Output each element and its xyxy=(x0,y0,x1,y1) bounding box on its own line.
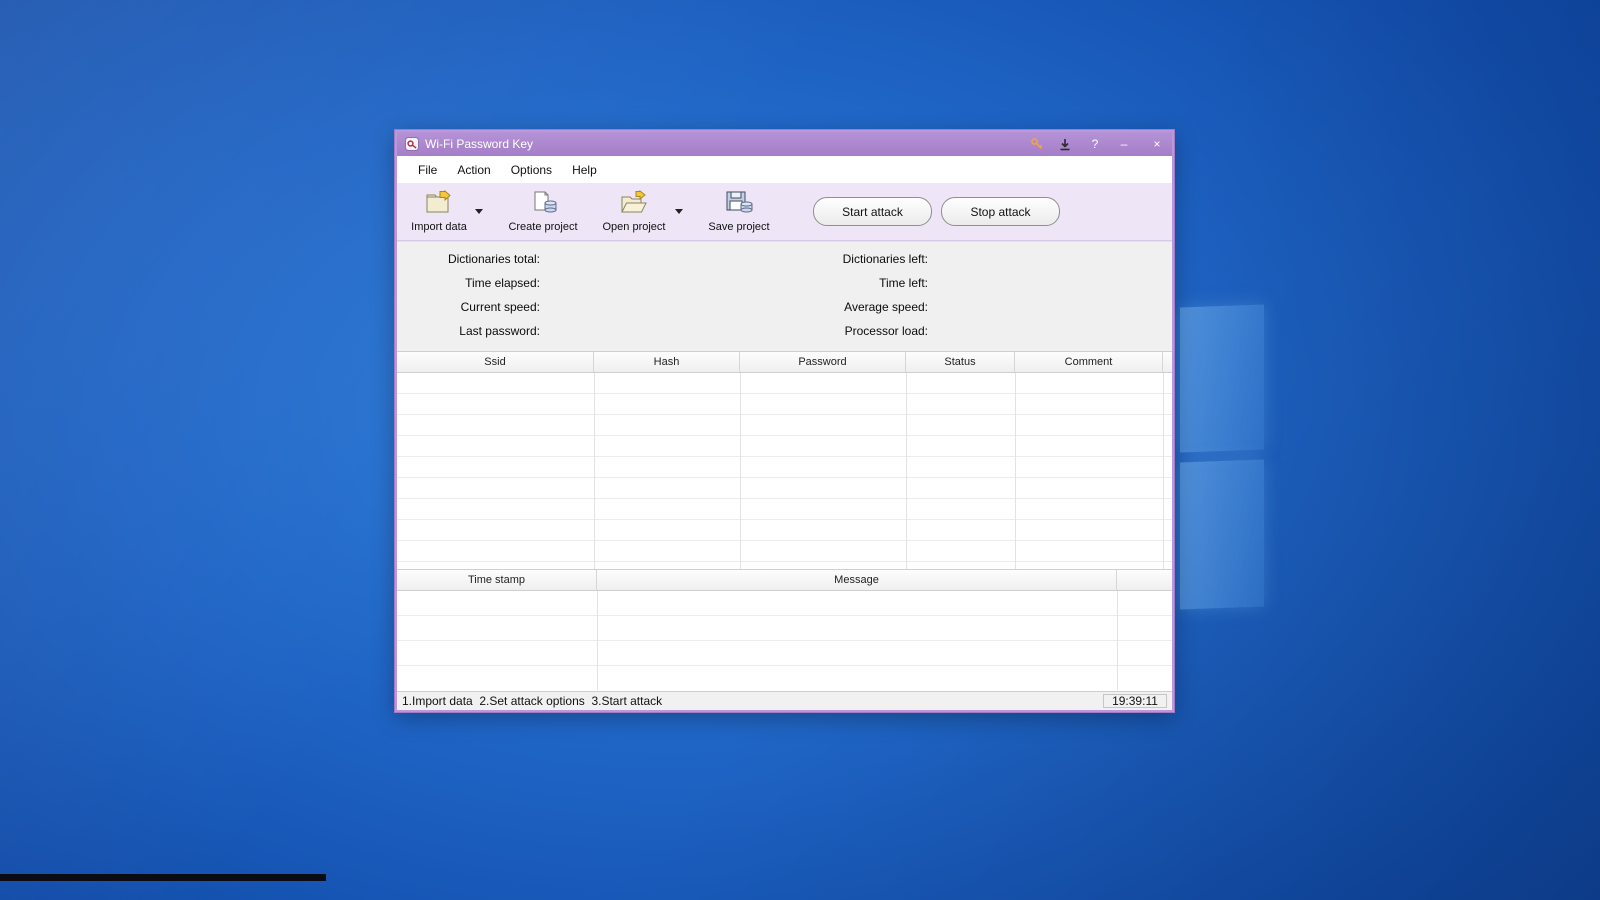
start-attack-button[interactable]: Start attack xyxy=(813,197,932,226)
results-table-header: Ssid Hash Password Status Comment xyxy=(397,351,1172,373)
stats-panel: Dictionaries total: Time elapsed: Curren… xyxy=(397,241,1172,351)
import-dropdown-icon[interactable] xyxy=(475,209,483,214)
titlebar-controls: ? – × xyxy=(1030,137,1164,151)
column-header-filler xyxy=(1163,352,1172,372)
app-window: Wi-Fi Password Key ? – × xyxy=(395,130,1174,712)
open-project-label: Open project xyxy=(603,221,666,233)
import-data-label: Import data xyxy=(411,221,467,233)
save-project-icon xyxy=(724,190,754,219)
column-header-hash[interactable]: Hash xyxy=(594,352,740,372)
app-icon xyxy=(405,137,419,151)
minimize-button[interactable]: – xyxy=(1117,137,1131,151)
titlebar[interactable]: Wi-Fi Password Key ? – × xyxy=(397,132,1172,156)
import-data-button[interactable]: Import data xyxy=(405,190,473,233)
import-data-icon xyxy=(424,190,454,219)
windows-logo-pane-top xyxy=(1180,305,1264,453)
stat-average-speed: Average speed: xyxy=(397,300,928,314)
taskbar[interactable] xyxy=(0,874,326,881)
create-project-button[interactable]: Create project xyxy=(505,190,581,233)
create-project-icon xyxy=(528,190,558,219)
log-table: Time stamp Message xyxy=(397,569,1172,691)
statusbar-clock: 19:39:11 xyxy=(1103,694,1167,708)
column-divider xyxy=(597,591,598,690)
statusbar-hint: 1.Import data 2.Set attack options 3.Sta… xyxy=(402,694,662,708)
stat-processor-load: Processor load: xyxy=(397,324,928,338)
save-project-button[interactable]: Save project xyxy=(703,190,775,233)
help-button[interactable]: ? xyxy=(1088,137,1102,151)
open-project-icon xyxy=(619,190,649,219)
open-dropdown-icon[interactable] xyxy=(675,209,683,214)
download-icon[interactable] xyxy=(1059,138,1073,151)
column-header-ssid[interactable]: Ssid xyxy=(397,352,594,372)
menu-help[interactable]: Help xyxy=(562,159,607,181)
window-title: Wi-Fi Password Key xyxy=(425,137,533,151)
column-header-timestamp[interactable]: Time stamp xyxy=(397,570,597,590)
stop-attack-button[interactable]: Stop attack xyxy=(941,197,1060,226)
create-project-label: Create project xyxy=(508,221,577,233)
toolbar: Import data Create project xyxy=(397,183,1172,241)
log-table-header: Time stamp Message xyxy=(397,569,1172,591)
menu-action[interactable]: Action xyxy=(447,159,500,181)
column-header-filler xyxy=(1117,570,1172,590)
windows-logo xyxy=(1180,306,1264,608)
column-divider xyxy=(740,373,741,569)
column-divider xyxy=(906,373,907,569)
close-button[interactable]: × xyxy=(1150,137,1164,151)
statusbar: 1.Import data 2.Set attack options 3.Sta… xyxy=(397,691,1172,710)
column-divider xyxy=(1117,591,1118,690)
column-header-password[interactable]: Password xyxy=(740,352,906,372)
column-divider xyxy=(1015,373,1016,569)
column-header-message[interactable]: Message xyxy=(597,570,1117,590)
open-project-button[interactable]: Open project xyxy=(597,190,671,233)
results-table: Ssid Hash Password Status Comment xyxy=(397,351,1172,569)
log-table-body[interactable] xyxy=(397,591,1172,690)
results-table-body[interactable] xyxy=(397,373,1172,569)
column-divider xyxy=(594,373,595,569)
menubar: File Action Options Help xyxy=(397,156,1172,183)
windows-logo-pane-bottom xyxy=(1180,460,1264,610)
column-divider xyxy=(1163,373,1164,569)
save-project-label: Save project xyxy=(708,221,769,233)
key-icon[interactable] xyxy=(1030,137,1044,151)
desktop: Wi-Fi Password Key ? – × xyxy=(0,0,1600,900)
stat-dictionaries-left: Dictionaries left: xyxy=(397,252,928,266)
stat-time-left: Time left: xyxy=(397,276,928,290)
column-header-comment[interactable]: Comment xyxy=(1015,352,1163,372)
menu-file[interactable]: File xyxy=(408,159,447,181)
column-header-status[interactable]: Status xyxy=(906,352,1015,372)
menu-options[interactable]: Options xyxy=(501,159,562,181)
